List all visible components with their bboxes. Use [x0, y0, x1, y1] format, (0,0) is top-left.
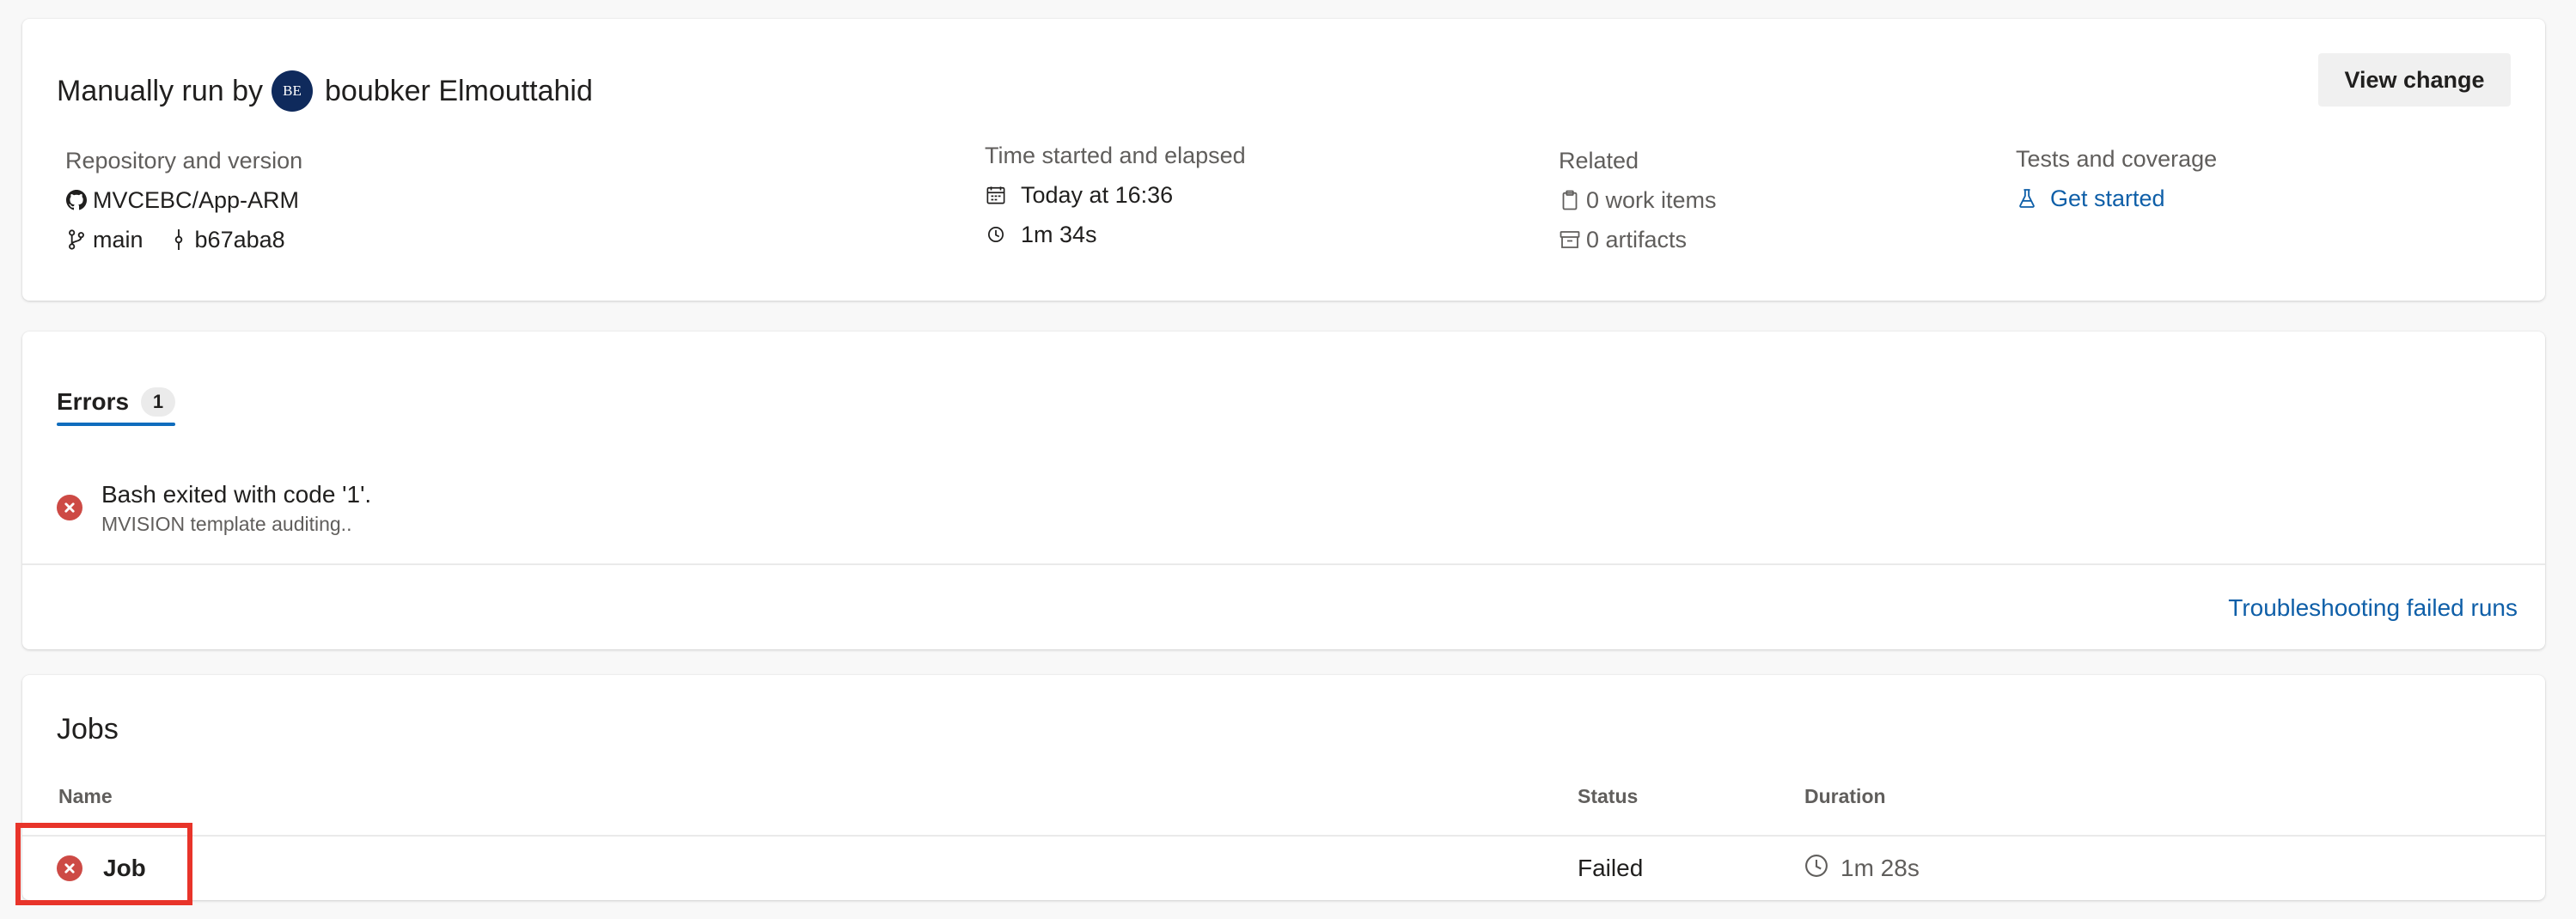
elapsed-row: 1m 34s: [985, 215, 1246, 254]
run-by-prefix: Manually run by: [57, 74, 264, 107]
column-header-status: Status: [1578, 785, 1639, 807]
run-summary-card: Manually run by BE boubker Elmouttahid V…: [22, 19, 2545, 301]
branch-name[interactable]: main: [93, 227, 143, 253]
tab-errors-label: Errors: [57, 388, 130, 415]
artifacts-count: 0 artifacts: [1586, 226, 1688, 253]
commit-hash[interactable]: b67aba8: [195, 227, 285, 253]
time-heading: Time started and elapsed: [985, 142, 1246, 168]
artifacts-link[interactable]: 0 artifacts: [1559, 220, 1717, 259]
user-name[interactable]: boubker Elmouttahid: [325, 75, 593, 108]
jobs-card: Jobs Name Status Duration Job Failed 1m …: [22, 675, 2545, 900]
repository-name: MVCEBC/App-ARM: [93, 186, 300, 213]
highlight-annotation-box: [15, 823, 192, 905]
clock-icon: [985, 223, 1007, 246]
artifact-icon: [1559, 228, 1581, 251]
get-started-label: Get started: [2050, 185, 2165, 211]
error-source: MVISION template auditing..: [101, 513, 352, 535]
version-row: main b67aba8: [65, 220, 302, 259]
tab-selected-indicator: [57, 423, 175, 426]
github-icon: [65, 189, 88, 211]
get-started-link[interactable]: Get started: [2016, 179, 2217, 218]
work-items-link[interactable]: 0 work items: [1559, 180, 1717, 220]
jobs-title: Jobs: [57, 713, 119, 746]
tests-section: Tests and coverage Get started: [2016, 139, 2217, 218]
divider: [22, 563, 2545, 565]
job-duration: 1m 28s: [1840, 855, 1920, 881]
error-list-item[interactable]: Bash exited with code '1'. MVISION templ…: [57, 479, 371, 538]
clipboard-icon: [1559, 189, 1581, 211]
work-items-count: 0 work items: [1586, 186, 1717, 213]
avatar[interactable]: BE: [272, 70, 314, 112]
time-section: Time started and elapsed Today at 16:36 …: [985, 136, 1246, 254]
error-message: Bash exited with code '1'.: [101, 481, 372, 508]
view-change-button[interactable]: View change: [2318, 53, 2511, 107]
related-heading: Related: [1559, 147, 1639, 173]
commit-icon: [168, 228, 190, 251]
time-started: Today at 16:36: [1021, 181, 1174, 208]
run-title: Manually run by BE boubker Elmouttahid: [57, 70, 593, 112]
tab-errors[interactable]: Errors 1: [57, 380, 176, 424]
troubleshooting-link[interactable]: Troubleshooting failed runs: [2228, 594, 2518, 622]
branch-icon: [65, 228, 88, 251]
error-icon: [57, 495, 82, 520]
errors-card: Errors 1 Bash exited with code '1'. MVIS…: [22, 332, 2545, 649]
job-status: Failed: [1578, 855, 1644, 881]
table-row[interactable]: Job Failed 1m 28s: [22, 837, 2545, 900]
calendar-icon: [985, 184, 1007, 206]
repository-heading: Repository and version: [65, 147, 303, 173]
related-section: Related 0 work items 0 artifacts: [1559, 141, 1717, 259]
job-duration-cell: 1m 28s: [1804, 837, 1920, 900]
flask-icon: [2016, 187, 2038, 210]
started-row: Today at 16:36: [985, 175, 1246, 215]
column-header-duration: Duration: [1804, 785, 1886, 807]
errors-count-badge: 1: [141, 387, 176, 417]
tests-heading: Tests and coverage: [2016, 145, 2218, 172]
time-elapsed: 1m 34s: [1021, 221, 1097, 247]
clock-icon: [1804, 854, 1828, 884]
repository-link[interactable]: MVCEBC/App-ARM: [65, 180, 302, 220]
repository-section: Repository and version MVCEBC/App-ARM ma…: [65, 141, 302, 259]
column-header-name: Name: [58, 785, 113, 807]
